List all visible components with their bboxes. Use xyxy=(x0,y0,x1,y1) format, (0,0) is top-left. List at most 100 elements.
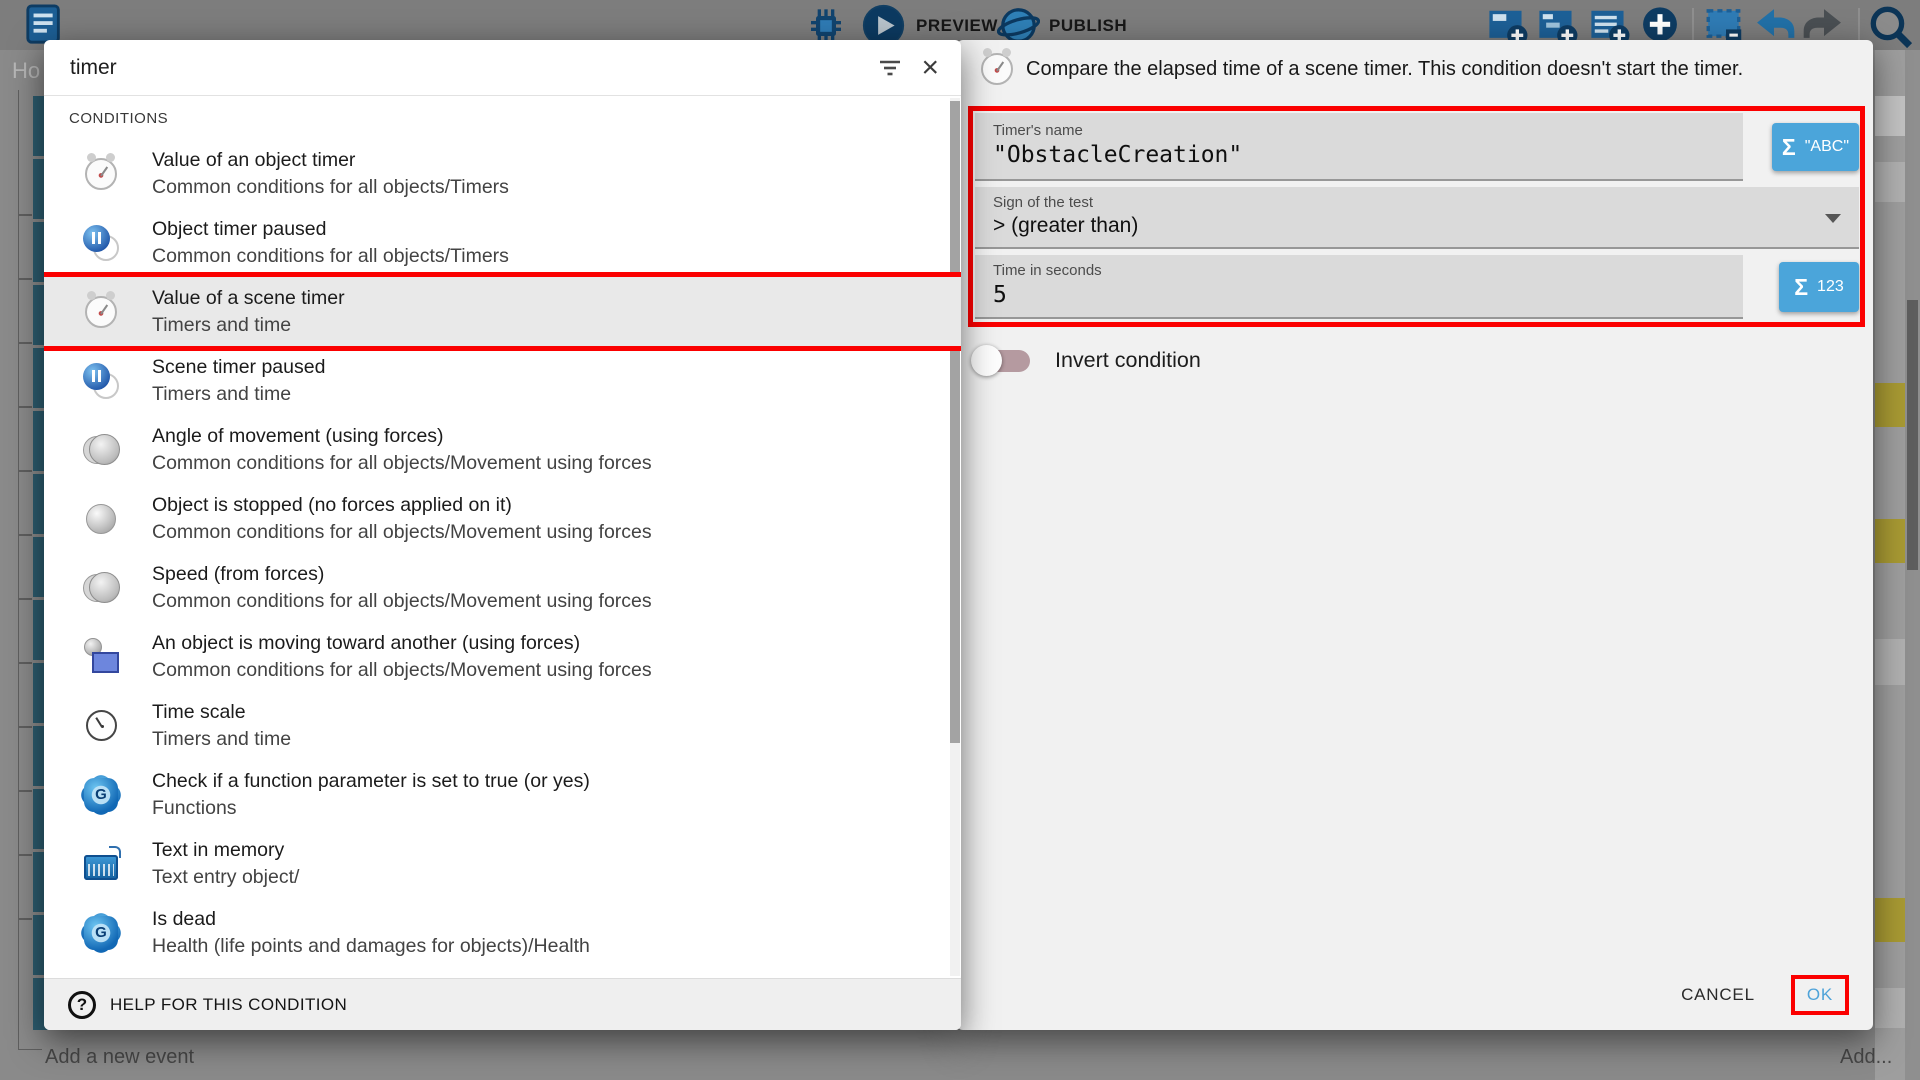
toolbar-separator xyxy=(1692,8,1694,42)
condition-title: Object timer paused xyxy=(152,216,509,243)
time-seconds-expression-button[interactable]: Σ 123 xyxy=(1779,262,1859,312)
condition-title: Is dead xyxy=(152,906,590,933)
window-scrollbar-thumb[interactable] xyxy=(1907,300,1918,570)
ok-annotation-rect: OK xyxy=(1791,975,1849,1015)
ball-icon xyxy=(86,504,116,534)
events-sheet-right-edge xyxy=(1875,50,1905,1080)
condition-item[interactable]: An object is moving toward another (usin… xyxy=(44,622,961,691)
events-tree-stubs xyxy=(19,152,32,982)
add-more-button[interactable]: Add... xyxy=(1840,1046,1892,1069)
invert-condition-toggle[interactable] xyxy=(971,345,1031,376)
sigma-icon: Σ xyxy=(1794,276,1808,299)
timer-name-value[interactable]: "ObstacleCreation" xyxy=(993,142,1725,168)
gear-icon xyxy=(84,778,118,812)
time-seconds-field[interactable]: Time in seconds 5 xyxy=(975,255,1743,319)
condition-subtitle: Common conditions for all objects/Timers xyxy=(152,243,509,270)
publish-button[interactable]: PUBLISH xyxy=(1049,16,1127,36)
condition-subtitle: Common conditions for all objects/Moveme… xyxy=(152,450,652,477)
condition-item[interactable]: Object is stopped (no forces applied on … xyxy=(44,484,961,553)
condition-title: Angle of movement (using forces) xyxy=(152,423,652,450)
instruction-search-panel: × CONDITIONS Value of an object timer Co… xyxy=(44,40,961,1030)
condition-subtitle: Common conditions for all objects/Moveme… xyxy=(152,657,652,684)
numeric-label: 123 xyxy=(1817,278,1844,296)
help-for-condition-link[interactable]: ? HELP FOR THIS CONDITION xyxy=(44,978,961,1030)
search-results-list: CONDITIONS Value of an object timer Comm… xyxy=(44,96,961,978)
condition-item[interactable]: Text in memory Text entry object/ xyxy=(44,829,961,898)
time-seconds-label: Time in seconds xyxy=(993,262,1725,279)
home-tab[interactable]: Ho xyxy=(12,58,40,84)
ball-square-icon xyxy=(82,638,120,676)
timer-name-label: Timer's name xyxy=(993,122,1725,139)
sign-of-test-value: > (greater than) xyxy=(993,214,1841,238)
condition-description: Compare the elapsed time of a scene time… xyxy=(1026,58,1743,81)
condition-subtitle: Functions xyxy=(152,795,590,822)
sign-of-test-select[interactable]: Sign of the test > (greater than) xyxy=(975,187,1859,249)
condition-subtitle: Timers and time xyxy=(152,312,345,339)
invert-condition-label: Invert condition xyxy=(1055,348,1201,373)
events-row-highlight xyxy=(1875,898,1905,942)
condition-item[interactable]: Value of an object timer Common conditio… xyxy=(44,139,961,208)
condition-title: Value of a scene timer xyxy=(152,285,345,312)
condition-item[interactable]: Object timer paused Common conditions fo… xyxy=(44,208,961,277)
conditions-list: Value of an object timer Common conditio… xyxy=(44,139,961,967)
toggle-knob xyxy=(971,345,1002,376)
clock-icon xyxy=(86,710,117,741)
search-icon[interactable] xyxy=(1868,4,1914,50)
timer-name-row: Timer's name "ObstacleCreation" Σ "ABC" xyxy=(975,113,1859,181)
time-seconds-row: Time in seconds 5 Σ 123 xyxy=(975,255,1859,319)
condition-title: Scene timer paused xyxy=(152,354,325,381)
condition-item[interactable]: Scene timer paused Timers and time xyxy=(44,346,961,415)
condition-title: Text in memory xyxy=(152,837,299,864)
conditions-section-header: CONDITIONS xyxy=(44,106,961,139)
abc-label: "ABC" xyxy=(1805,138,1849,156)
condition-subtitle: Timers and time xyxy=(152,381,325,408)
search-input[interactable] xyxy=(70,56,859,80)
condition-title: Time scale xyxy=(152,699,291,726)
alarm-clock-icon xyxy=(85,158,117,190)
condition-item[interactable]: Angle of movement (using forces) Common … xyxy=(44,415,961,484)
condition-subtitle: Timers and time xyxy=(152,726,291,753)
close-icon[interactable]: × xyxy=(921,53,939,83)
condition-editor-panel: Compare the elapsed time of a scene time… xyxy=(957,40,1873,1030)
sign-of-test-row: Sign of the test > (greater than) xyxy=(975,187,1859,249)
preview-button[interactable]: PREVIEW xyxy=(916,16,998,36)
events-row xyxy=(1875,988,1905,1028)
condition-item[interactable]: Is dead Health (life points and damages … xyxy=(44,898,961,967)
add-new-event-button[interactable]: Add a new event xyxy=(45,1046,194,1069)
list-scrollbar[interactable] xyxy=(950,98,960,976)
condition-item[interactable]: Time scale Timers and time xyxy=(44,691,961,760)
filter-icon[interactable] xyxy=(877,57,903,79)
condition-item[interactable]: Check if a function parameter is set to … xyxy=(44,760,961,829)
events-row xyxy=(1875,96,1905,136)
condition-title: Object is stopped (no forces applied on … xyxy=(152,492,652,519)
time-seconds-value[interactable]: 5 xyxy=(993,282,1725,308)
help-label: HELP FOR THIS CONDITION xyxy=(110,995,347,1015)
keyboard-icon xyxy=(84,855,118,880)
condition-subtitle: Common conditions for all objects/Moveme… xyxy=(152,519,652,546)
condition-title: Value of an object timer xyxy=(152,147,509,174)
condition-item[interactable]: Speed (from forces) Common conditions fo… xyxy=(44,553,961,622)
cancel-button[interactable]: CANCEL xyxy=(1681,985,1755,1005)
list-scrollbar-thumb[interactable] xyxy=(950,101,960,743)
condition-subtitle: Common conditions for all objects/Timers xyxy=(152,174,509,201)
events-row xyxy=(1875,162,1905,202)
pause-clock-icon xyxy=(83,225,119,261)
events-row-highlight xyxy=(1875,519,1905,563)
sign-of-test-label: Sign of the test xyxy=(993,194,1841,211)
sigma-icon: Σ xyxy=(1782,136,1796,159)
condition-title: An object is moving toward another (usin… xyxy=(152,630,652,657)
window-scrollbar[interactable] xyxy=(1905,50,1920,1080)
condition-subtitle: Health (life points and damages for obje… xyxy=(152,933,590,960)
condition-subtitle: Text entry object/ xyxy=(152,864,299,891)
pause-clock-icon xyxy=(83,363,119,399)
alarm-clock-icon xyxy=(981,53,1013,85)
condition-title: Check if a function parameter is set to … xyxy=(152,768,590,795)
app-window: PREVIEW PUBLISH xyxy=(0,0,1920,1080)
condition-item-selected[interactable]: Value of a scene timer Timers and time xyxy=(44,277,961,346)
help-icon: ? xyxy=(68,991,96,1019)
toolbar-separator xyxy=(1858,8,1860,42)
condition-subtitle: Common conditions for all objects/Moveme… xyxy=(152,588,652,615)
timer-name-field[interactable]: Timer's name "ObstacleCreation" xyxy=(975,113,1743,181)
timer-name-expression-button[interactable]: Σ "ABC" xyxy=(1772,123,1859,171)
ok-button[interactable]: OK xyxy=(1807,985,1833,1005)
